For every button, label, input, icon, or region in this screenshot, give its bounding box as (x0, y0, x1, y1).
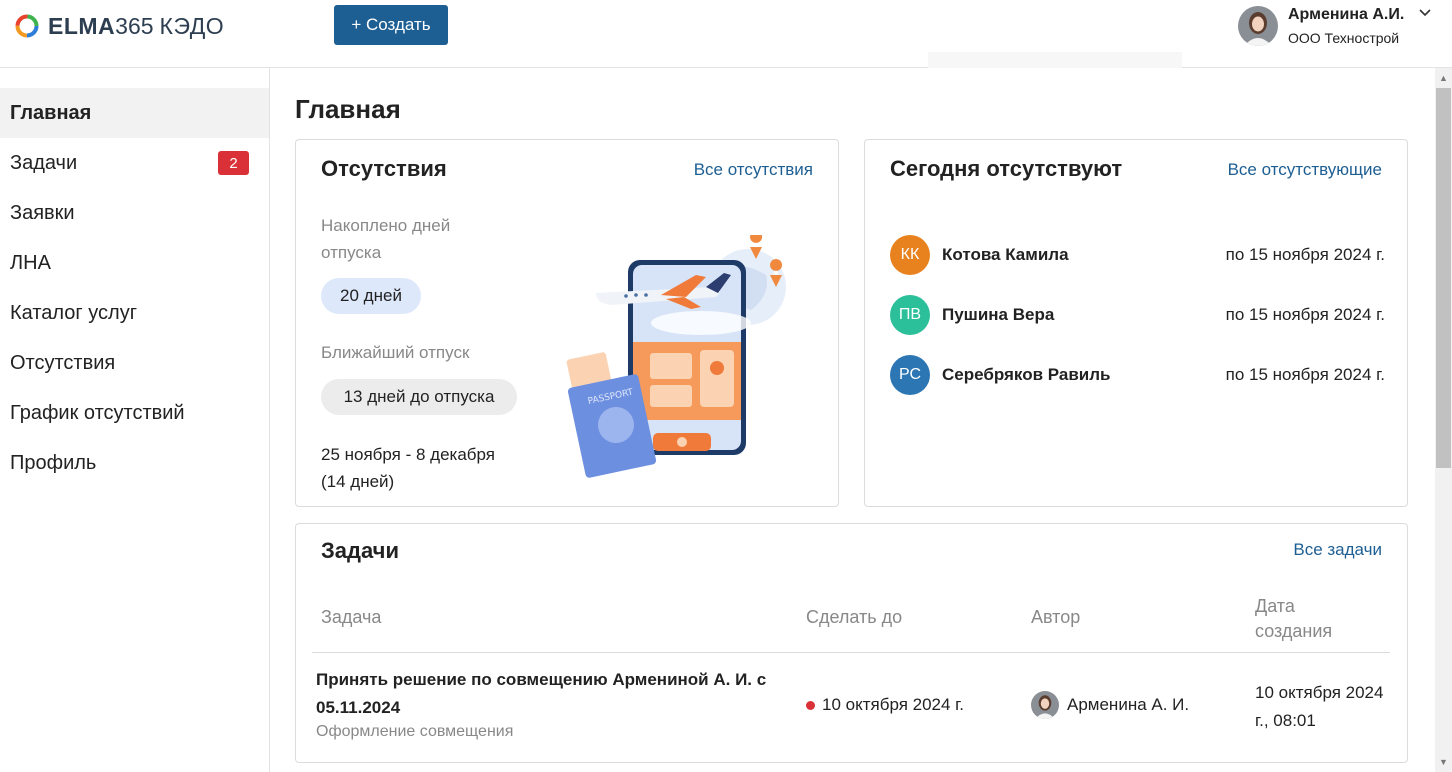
task-subtitle: Оформление совмещения (316, 723, 514, 740)
absences-card: Отсутствия Все отсутствия Накоплено дней… (295, 139, 839, 507)
logo-product: КЭДО (159, 12, 225, 39)
absent-person-row[interactable]: КК Котова Камила по 15 ноября 2024 г. (890, 234, 1385, 276)
next-vacation-pill: 13 дней до отпуска (321, 379, 517, 415)
next-vacation-dates: 25 ноября - 8 декабря (321, 445, 496, 464)
avatar: КК (890, 235, 930, 275)
author-avatar (1031, 691, 1059, 719)
tasks-card: Задачи Все задачи Задача Сделать до Авто… (295, 523, 1408, 763)
vacation-illustration: PASSPORT (566, 235, 786, 478)
sidebar-item-label: График отсутствий (10, 401, 185, 424)
next-vacation-duration: (14 дней) (321, 472, 395, 491)
person-name: Серебряков Равиль (942, 365, 1111, 384)
top-header: ELMA 365 КЭДО + Создать Арменина А.И. ОО… (0, 0, 1452, 68)
page-title: Главная (295, 94, 401, 124)
scroll-up-arrow-icon[interactable]: ▲ (1437, 70, 1450, 86)
app-logo[interactable]: ELMA 365 КЭДО (14, 12, 224, 40)
sidebar: Главная Задачи 2 Заявки ЛНА Каталог услу… (0, 68, 270, 772)
absence-until: по 15 ноября 2024 г. (1225, 305, 1385, 324)
table-divider (312, 652, 1390, 653)
tasks-count-badge: 2 (218, 151, 249, 175)
overdue-dot (806, 701, 815, 710)
task-created-date: 10 октября 2024 г., 08:01 (1255, 683, 1384, 730)
sidebar-item-profile[interactable]: Профиль (0, 438, 269, 488)
absences-title: Отсутствия (321, 156, 447, 181)
absent-person-row[interactable]: ПВ Пушина Вера по 15 ноября 2024 г. (890, 294, 1385, 336)
sidebar-item-label: Задачи (10, 151, 78, 174)
accrued-days-label: Накоплено дней отпуска (321, 216, 451, 262)
absence-until: по 15 ноября 2024 г. (1225, 245, 1385, 264)
user-organization: ООО Технострой (1288, 30, 1400, 46)
tasks-title: Задачи (321, 538, 399, 563)
absence-until: по 15 ноября 2024 г. (1225, 365, 1385, 384)
scroll-down-arrow-icon[interactable]: ▼ (1437, 754, 1450, 770)
absent-today-card: Сегодня отсутствуют Все отсутствующие КК… (864, 139, 1408, 507)
sidebar-item-tasks[interactable]: Задачи 2 (0, 138, 269, 188)
create-button[interactable]: + Создать (334, 5, 448, 45)
avatar: РС (890, 355, 930, 395)
task-due-date: 10 октября 2024 г. (822, 695, 965, 714)
person-name: Котова Камила (942, 245, 1069, 264)
user-avatar (1238, 6, 1278, 46)
logo-number: 365 (115, 12, 154, 39)
user-info: Арменина А.И. ООО Технострой (1288, 6, 1404, 46)
sidebar-item-label: Профиль (10, 451, 97, 474)
absent-today-title: Сегодня отсутствуют (890, 156, 1123, 181)
logo-brand: ELMA (48, 12, 116, 39)
sidebar-item-service-catalog[interactable]: Каталог услуг (0, 288, 269, 338)
user-menu[interactable]: Арменина А.И. ООО Технострой (1238, 4, 1431, 48)
column-header-task[interactable]: Задача (321, 607, 381, 628)
sidebar-item-label: Главная (10, 101, 92, 124)
avatar: ПВ (890, 295, 930, 335)
user-name: Арменина А.И. (1288, 6, 1405, 23)
next-vacation-label: Ближайший отпуск (321, 343, 470, 362)
sidebar-item-requests[interactable]: Заявки (0, 188, 269, 238)
all-absences-link[interactable]: Все отсутствия (694, 160, 813, 180)
sidebar-item-label: Каталог услуг (10, 301, 138, 324)
accrued-days-pill: 20 дней (321, 278, 421, 314)
person-name: Пушина Вера (942, 305, 1055, 324)
sidebar-item-absence-schedule[interactable]: График отсутствий (0, 388, 269, 438)
logo-ring-icon (15, 14, 39, 38)
header-strip (928, 52, 1182, 68)
sidebar-item-lna[interactable]: ЛНА (0, 238, 269, 288)
task-title[interactable]: Принять решение по совмещению Армениной … (316, 666, 786, 722)
sidebar-item-label: Заявки (10, 201, 75, 224)
sidebar-item-label: ЛНА (10, 251, 51, 274)
absent-person-row[interactable]: РС Серебряков Равиль по 15 ноября 2024 г… (890, 354, 1385, 396)
task-author: Арменина А. И. (1067, 695, 1190, 714)
all-tasks-link[interactable]: Все задачи (1293, 540, 1382, 560)
sidebar-item-label: Отсутствия (10, 351, 116, 374)
scrollbar-thumb[interactable] (1436, 88, 1451, 468)
column-header-due[interactable]: Сделать до (806, 607, 902, 628)
all-absent-link[interactable]: Все отсутствующие (1228, 160, 1382, 180)
chevron-down-icon[interactable] (1418, 8, 1432, 18)
sidebar-item-home[interactable]: Главная (0, 88, 269, 138)
sidebar-item-absences[interactable]: Отсутствия (0, 338, 269, 388)
column-header-author[interactable]: Автор (1031, 607, 1080, 628)
column-header-created[interactable]: Дата создания (1255, 594, 1355, 644)
